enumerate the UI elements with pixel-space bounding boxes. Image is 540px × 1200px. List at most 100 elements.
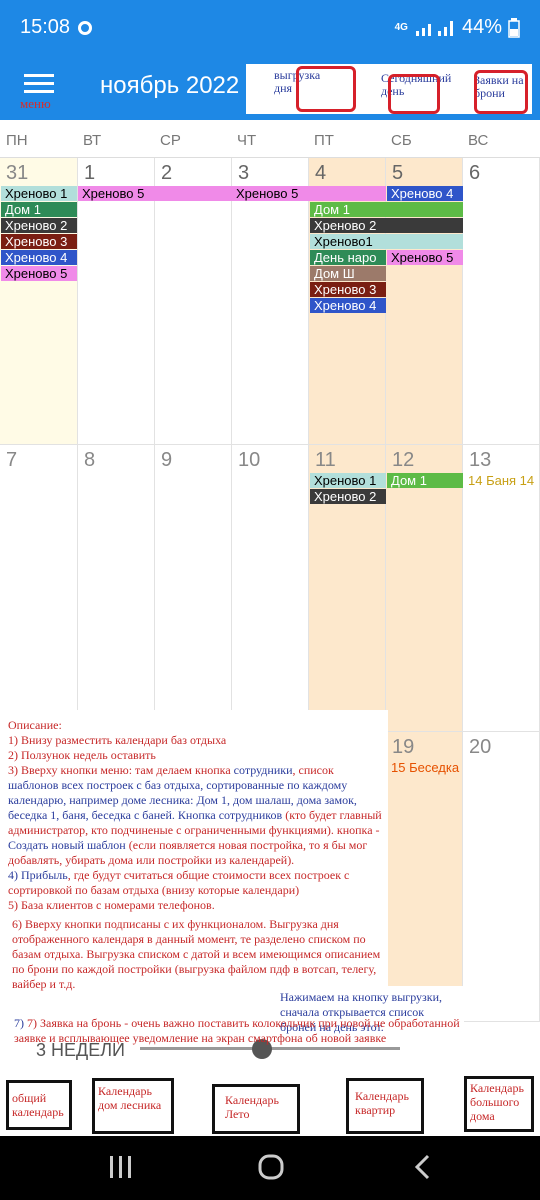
sync-icon xyxy=(78,21,92,35)
note-text: Кнопка сотрудников xyxy=(177,808,283,822)
event-chip[interactable]: 15 Беседка xyxy=(387,760,463,775)
event-chip[interactable]: Хреново1 xyxy=(310,234,463,249)
month-title[interactable]: ноябрь 2022 xyxy=(100,72,239,100)
day-cell[interactable]: 19 xyxy=(386,732,463,1022)
event-chip[interactable]: Хреново 1 xyxy=(1,186,77,201)
calendar-forester-house-button[interactable]: Календарь дом лесника xyxy=(92,1078,174,1134)
note-item-7: 7) 7) Заявка на бронь - очень важно пост… xyxy=(14,1016,464,1046)
system-nav-bar xyxy=(0,1136,540,1200)
day-number: 19 xyxy=(392,736,415,758)
export-day-highlight xyxy=(296,66,356,112)
note-item: 5) База клиентов с номерами телефонов. xyxy=(8,898,215,912)
back-icon[interactable] xyxy=(412,1154,434,1180)
day-number: 2 xyxy=(161,162,173,184)
day-cell[interactable]: 1 xyxy=(78,158,155,445)
weekday-label: СР xyxy=(160,132,181,149)
event-chip[interactable]: Дом Ш xyxy=(310,266,386,281)
today-highlight xyxy=(388,74,440,114)
booking-requests-highlight xyxy=(474,70,528,114)
home-icon[interactable] xyxy=(257,1153,285,1181)
day-number: 31 xyxy=(6,162,29,184)
day-number: 5 xyxy=(392,162,404,184)
day-number: 6 xyxy=(469,162,481,184)
note-text: 7) xyxy=(14,1016,27,1030)
day-cell[interactable]: 20 xyxy=(463,732,540,1022)
day-number: 20 xyxy=(469,736,492,758)
event-chip[interactable]: 14 Баня 14 xyxy=(464,473,540,488)
day-cell[interactable]: 7 xyxy=(0,445,78,732)
event-chip[interactable]: Дом 1 xyxy=(387,473,463,488)
status-bar: 15:08 4G 44% xyxy=(0,0,540,60)
day-cell[interactable]: 13 xyxy=(463,445,540,732)
day-number: 1 xyxy=(84,162,96,184)
day-number: 10 xyxy=(238,449,261,471)
event-chip[interactable]: Дом 1 xyxy=(1,202,77,217)
recent-apps-icon[interactable] xyxy=(108,1154,134,1180)
day-number: 13 xyxy=(469,449,492,471)
event-chip[interactable]: Хреново 5 xyxy=(232,186,386,201)
day-cell[interactable]: 12 xyxy=(386,445,463,732)
event-chip[interactable]: Хреново 2 xyxy=(310,489,386,504)
event-chip[interactable]: Хреново 2 xyxy=(310,218,463,233)
weekday-header: ПН ВТ СР ЧТ ПТ СБ ВС xyxy=(0,120,540,158)
day-cell[interactable]: 8 xyxy=(78,445,155,732)
calendar-big-house-button[interactable]: Календарь большого дома xyxy=(464,1076,534,1132)
calendars-bar: общий календарь Календарь дом лесника Ка… xyxy=(0,1070,540,1136)
weekday-label: ВТ xyxy=(83,132,102,149)
top-buttons-panel: выгрузка дня Сегодняшний день Заявки на … xyxy=(246,64,532,114)
event-chip[interactable]: Хреново 2 xyxy=(1,218,77,233)
event-chip[interactable]: Хреново 3 xyxy=(310,282,386,297)
description-notes: Описание: 1) Внизу разместить календари … xyxy=(0,710,388,1028)
note-item: 6) Вверху кнопки подписаны с их функцион… xyxy=(12,917,381,991)
day-number: 3 xyxy=(238,162,250,184)
note-item: 1) Внизу разместить календари баз отдыха xyxy=(8,733,227,747)
weekday-label: ВС xyxy=(468,132,489,149)
menu-label: меню xyxy=(20,96,51,111)
event-chip[interactable]: Хреново 4 xyxy=(387,186,463,201)
note-item: 4) Прибыль, где будут считаться общие ст… xyxy=(8,868,384,898)
note-text: Прибыль xyxy=(21,868,68,882)
day-cell[interactable]: 10 xyxy=(232,445,309,732)
day-number: 7 xyxy=(6,449,18,471)
weekday-label: ЧТ xyxy=(237,132,257,149)
event-chip[interactable]: Хреново 4 xyxy=(1,250,77,265)
event-chip[interactable]: День наро xyxy=(310,250,386,265)
note-text: сотрудники xyxy=(233,763,293,777)
overlay-patch xyxy=(464,1026,540,1060)
calendar-summer-button[interactable]: Календарь Лето xyxy=(212,1084,300,1134)
event-chip[interactable]: Хреново 3 xyxy=(1,234,77,249)
day-number: 4 xyxy=(315,162,327,184)
battery-percent: 44% xyxy=(461,16,502,38)
status-indicators: 4G 44% xyxy=(395,16,520,39)
event-chip[interactable]: Хреново 4 xyxy=(310,298,386,313)
note-text: 3) Вверху кнопки меню: там делаем кнопка xyxy=(8,763,234,777)
note-item: 2) Ползунок недель оставить xyxy=(8,748,156,762)
note-text: 4) xyxy=(8,868,21,882)
day-number: 12 xyxy=(392,449,415,471)
event-chip[interactable]: Хреново 5 xyxy=(1,266,77,281)
weekday-label: ПН xyxy=(6,132,28,149)
note-text: Создать новый шаблон xyxy=(8,838,126,852)
note-item: 3) Вверху кнопки меню: там делаем кнопка… xyxy=(8,763,384,868)
menu-icon[interactable] xyxy=(24,74,54,94)
note-text: , список xyxy=(292,763,334,777)
calendar-apartments-button[interactable]: Календарь квартир xyxy=(346,1078,424,1134)
event-chip[interactable]: Дом 1 xyxy=(310,202,463,217)
status-time: 15:08 xyxy=(20,16,71,38)
notes-title: Описание: xyxy=(8,718,62,732)
network-label: 4G xyxy=(394,21,408,33)
event-chip[interactable]: Хреново 5 xyxy=(78,186,232,201)
weekday-label: ПТ xyxy=(314,132,334,149)
day-number: 9 xyxy=(161,449,173,471)
day-number: 11 xyxy=(315,449,336,471)
day-cell[interactable]: 6 xyxy=(463,158,540,445)
signal-icon xyxy=(415,20,453,36)
day-cell[interactable]: 9 xyxy=(155,445,232,732)
app-bar: меню ноябрь 2022 выгрузка дня Сегодняшни… xyxy=(0,60,540,120)
calendar-general-button[interactable]: общий календарь xyxy=(6,1080,72,1130)
battery-icon xyxy=(508,17,520,38)
day-cell[interactable]: 3 xyxy=(232,158,309,445)
day-cell[interactable]: 2 xyxy=(155,158,232,445)
event-chip[interactable]: Хреново 5 xyxy=(387,250,463,265)
event-chip[interactable]: Хреново 1 xyxy=(310,473,386,488)
